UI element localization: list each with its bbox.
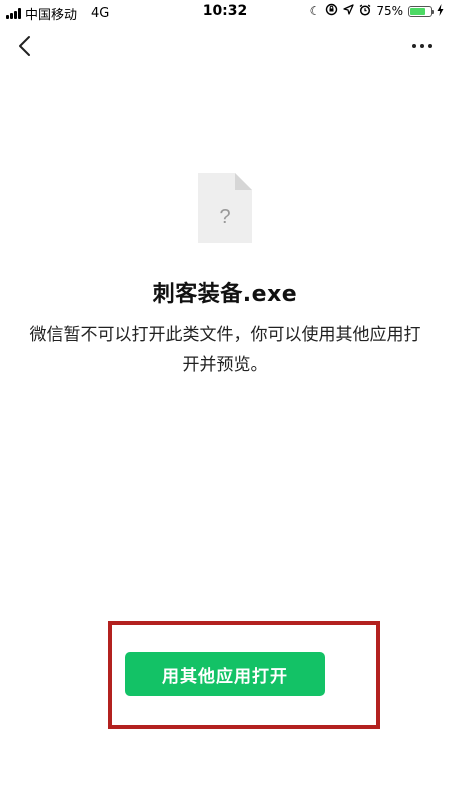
file-question-mark: ? xyxy=(219,206,230,228)
nav-bar xyxy=(0,26,450,66)
status-bar: 中国移动 4G 10:32 ☾ 75% xyxy=(0,0,450,24)
chevron-left-icon xyxy=(19,36,30,56)
battery-fill xyxy=(410,7,425,15)
charging-icon xyxy=(437,3,444,19)
unknown-file-icon: ? xyxy=(198,173,252,243)
unsupported-file-message: 微信暂不可以打开此类文件，你可以使用其他应用打开并预览。 xyxy=(29,325,421,375)
open-with-other-app-button[interactable]: 用其他应用打开 xyxy=(125,652,325,696)
status-right: ☾ 75% xyxy=(310,3,444,19)
location-icon xyxy=(343,4,354,18)
battery-icon xyxy=(408,5,434,17)
more-dot xyxy=(420,44,424,48)
more-button[interactable] xyxy=(408,32,436,60)
screen: 中国移动 4G 10:32 ☾ 75% ? 刺客装备.exe 微信暂不可以打开此… xyxy=(0,0,450,800)
more-dot xyxy=(428,44,432,48)
alarm-icon xyxy=(359,3,371,19)
file-name: 刺客装备.exe xyxy=(152,282,298,307)
orientation-lock-icon xyxy=(325,3,338,19)
more-dot xyxy=(412,44,416,48)
back-button[interactable] xyxy=(12,32,36,60)
moon-icon: ☾ xyxy=(309,4,321,18)
battery-percent: 75% xyxy=(376,4,403,18)
